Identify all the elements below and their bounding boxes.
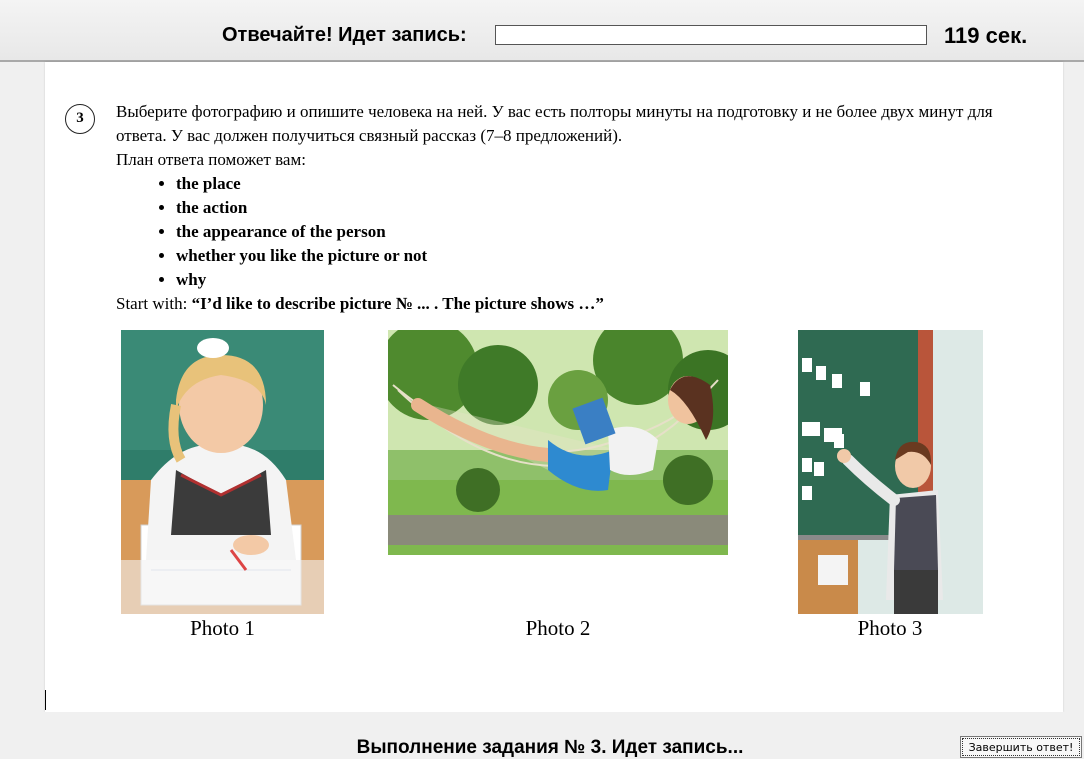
plan-item: whether you like the picture or not [176,244,1035,268]
start-line: Start with: “I’d like to describe pictur… [116,292,1035,316]
photo-2-caption: Photo 2 [525,616,591,640]
photo-1-illustration [121,330,324,614]
start-phrase: “I’d like to describe picture № ... . Th… [191,294,604,313]
plan-list: the place the action the appearance of t… [116,172,1035,292]
recording-label: Отвечайте! Идет запись: [222,24,467,46]
plan-item: the place [176,172,1035,196]
photo-3-illustration [798,330,983,614]
task-number-badge: 3 [65,104,95,134]
task-text: Выберите фотографию и опишите человека н… [116,100,1035,316]
task-instruction: Выберите фотографию и опишите человека н… [116,102,993,145]
task-panel: 3 Выберите фотографию и опишите человека… [45,62,1063,712]
photo-3-caption: Photo 3 [857,616,923,640]
photo-1-caption: Photo 1 [190,616,255,640]
task-block: 3 Выберите фотографию и опишите человека… [65,100,1035,316]
photo-1-image[interactable] [121,330,324,614]
photo-2-image[interactable] [388,330,728,555]
plan-item: why [176,268,1035,292]
text-caret [45,690,46,710]
photo-2-illustration [388,330,728,555]
recording-header: Отвечайте! Идет запись: 119 сек. [0,0,1084,62]
status-footer: Выполнение задания № 3. Идет запись... З… [0,712,1084,758]
task-status: Выполнение задания № 3. Идет запись... [356,737,744,758]
finish-answer-button[interactable]: Завершить ответ! [960,736,1082,758]
photo-3-image[interactable] [798,330,983,614]
plan-intro: План ответа поможет вам: [116,150,306,169]
plan-item: the action [176,196,1035,220]
plan-item: the appearance of the person [176,220,1035,244]
start-prefix: Start with: [116,294,192,313]
recording-progress-bar [495,25,927,45]
seconds-counter: 119 сек. [944,23,1028,48]
